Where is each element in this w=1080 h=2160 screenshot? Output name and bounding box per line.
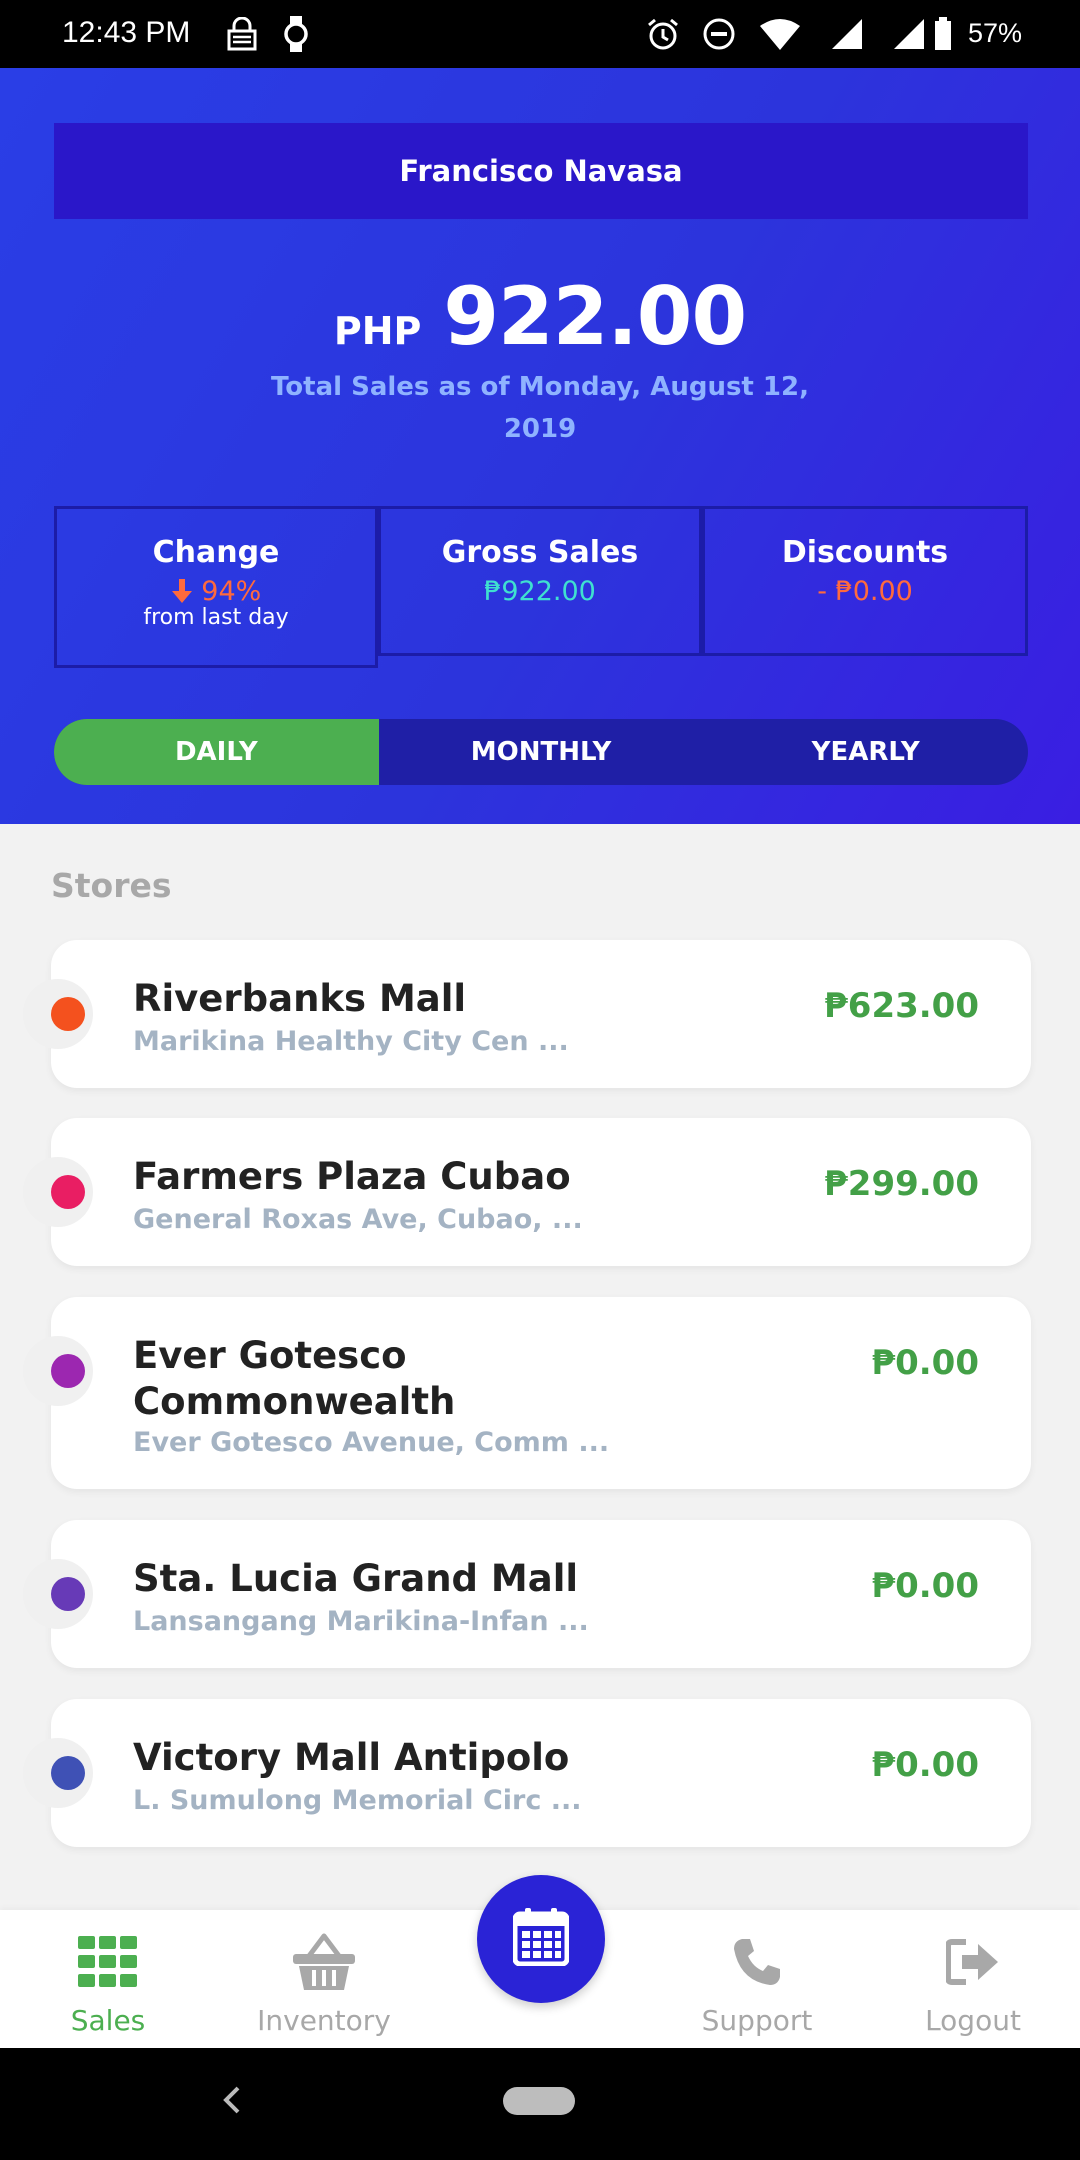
store-name: Farmers Plaza Cubao bbox=[133, 1155, 571, 1198]
nav-support-label: Support bbox=[701, 2004, 813, 2037]
store-card[interactable]: Victory Mall Antipolo L. Sumulong Memori… bbox=[23, 1699, 1031, 1847]
user-name-bar: Francisco Navasa bbox=[54, 123, 1028, 219]
basket-icon bbox=[244, 1930, 404, 1994]
store-amount: ₱0.00 bbox=[871, 1745, 979, 1785]
store-dot bbox=[51, 1354, 85, 1388]
calendar-icon bbox=[512, 1908, 570, 1970]
store-address: Ever Gotesco Avenue, Comm ... bbox=[133, 1427, 610, 1458]
gross-sales-stat: Gross Sales ₱922.00 bbox=[378, 506, 702, 656]
watch-icon bbox=[282, 12, 310, 56]
battery-icon bbox=[934, 12, 952, 56]
change-value-row: 94% bbox=[57, 576, 375, 607]
alarm-icon bbox=[646, 12, 680, 56]
store-name: Sta. Lucia Grand Mall bbox=[133, 1557, 579, 1600]
arrow-down-icon bbox=[171, 579, 192, 603]
discounts-stat: Discounts - ₱0.00 bbox=[702, 506, 1028, 656]
gross-value: ₱922.00 bbox=[484, 576, 596, 607]
logout-icon bbox=[893, 1930, 1053, 1994]
discounts-value: - ₱0.00 bbox=[817, 576, 913, 607]
back-icon[interactable] bbox=[222, 2086, 242, 2118]
store-color-marker bbox=[23, 1336, 93, 1406]
total-amount: 922.00 bbox=[443, 270, 747, 363]
signal-icon-2 bbox=[892, 12, 926, 56]
change-label: Change bbox=[152, 535, 280, 570]
tab-monthly[interactable]: MONTHLY bbox=[379, 719, 704, 785]
status-time: 12:43 PM bbox=[62, 16, 191, 49]
store-name: Riverbanks Mall bbox=[133, 977, 467, 1020]
phone-icon bbox=[677, 1930, 837, 1994]
store-name: Ever Gotesco Commonwealth bbox=[133, 1334, 456, 1423]
system-nav-bar bbox=[0, 2048, 1080, 2160]
discounts-label: Discounts bbox=[781, 535, 949, 570]
home-pill[interactable] bbox=[503, 2087, 575, 2115]
store-address: L. Sumulong Memorial Circ ... bbox=[133, 1785, 582, 1816]
store-card[interactable]: Ever Gotesco Commonwealth Ever Gotesco A… bbox=[23, 1297, 1031, 1489]
store-name: Victory Mall Antipolo bbox=[133, 1736, 570, 1779]
nav-inventory-label: Inventory bbox=[257, 2004, 391, 2037]
total-caption: Total Sales as of Monday, August 12, 201… bbox=[271, 372, 809, 444]
store-dot bbox=[51, 1175, 85, 1209]
change-stat: Change 94% from last day bbox=[54, 506, 378, 668]
battery-percent: 57% bbox=[967, 18, 1022, 48]
stores-heading: Stores bbox=[51, 866, 172, 905]
total-sales: PHP 922.00 bbox=[0, 270, 1080, 363]
store-address: Marikina Healthy City Cen ... bbox=[133, 1026, 569, 1057]
nav-inventory[interactable]: Inventory bbox=[244, 1930, 404, 2037]
calendar-fab[interactable] bbox=[477, 1875, 605, 2003]
store-dot bbox=[51, 1756, 85, 1790]
nav-logout[interactable]: Logout bbox=[893, 1930, 1053, 2037]
store-address: Lansangang Marikina-Infan ... bbox=[133, 1606, 589, 1637]
store-address: General Roxas Ave, Cubao, ... bbox=[133, 1204, 583, 1235]
store-amount: ₱299.00 bbox=[824, 1164, 979, 1204]
store-card[interactable]: Riverbanks Mall Marikina Healthy City Ce… bbox=[23, 940, 1031, 1088]
store-dot bbox=[51, 997, 85, 1031]
currency-label: PHP bbox=[333, 309, 422, 353]
store-dot bbox=[51, 1577, 85, 1611]
wifi-icon bbox=[760, 12, 800, 56]
change-value: 94% bbox=[201, 576, 262, 607]
status-bar: 12:43 PM 57% bbox=[0, 0, 1080, 68]
period-tabs: DAILY MONTHLY YEARLY bbox=[54, 719, 1028, 785]
store-amount: ₱0.00 bbox=[871, 1566, 979, 1606]
store-color-marker bbox=[23, 1157, 93, 1227]
store-color-marker bbox=[23, 1559, 93, 1629]
grid-icon bbox=[28, 1930, 188, 1994]
tab-yearly[interactable]: YEARLY bbox=[703, 719, 1028, 785]
signal-icon bbox=[830, 12, 864, 56]
nav-sales-label: Sales bbox=[70, 2004, 146, 2037]
nav-logout-label: Logout bbox=[925, 2004, 1021, 2037]
store-card[interactable]: Sta. Lucia Grand Mall Lansangang Marikin… bbox=[23, 1520, 1031, 1668]
nav-sales[interactable]: Sales bbox=[28, 1930, 188, 2037]
tab-daily[interactable]: DAILY bbox=[54, 719, 379, 785]
vpn-icon bbox=[226, 12, 258, 56]
store-card[interactable]: Farmers Plaza Cubao General Roxas Ave, C… bbox=[23, 1118, 1031, 1266]
store-amount: ₱0.00 bbox=[871, 1343, 979, 1383]
store-amount: ₱623.00 bbox=[824, 986, 979, 1026]
store-color-marker bbox=[23, 979, 93, 1049]
nav-support[interactable]: Support bbox=[677, 1930, 837, 2037]
store-color-marker bbox=[23, 1738, 93, 1808]
do-not-disturb-icon bbox=[702, 12, 736, 56]
change-sub: from last day bbox=[143, 605, 289, 630]
gross-label: Gross Sales bbox=[441, 535, 639, 570]
